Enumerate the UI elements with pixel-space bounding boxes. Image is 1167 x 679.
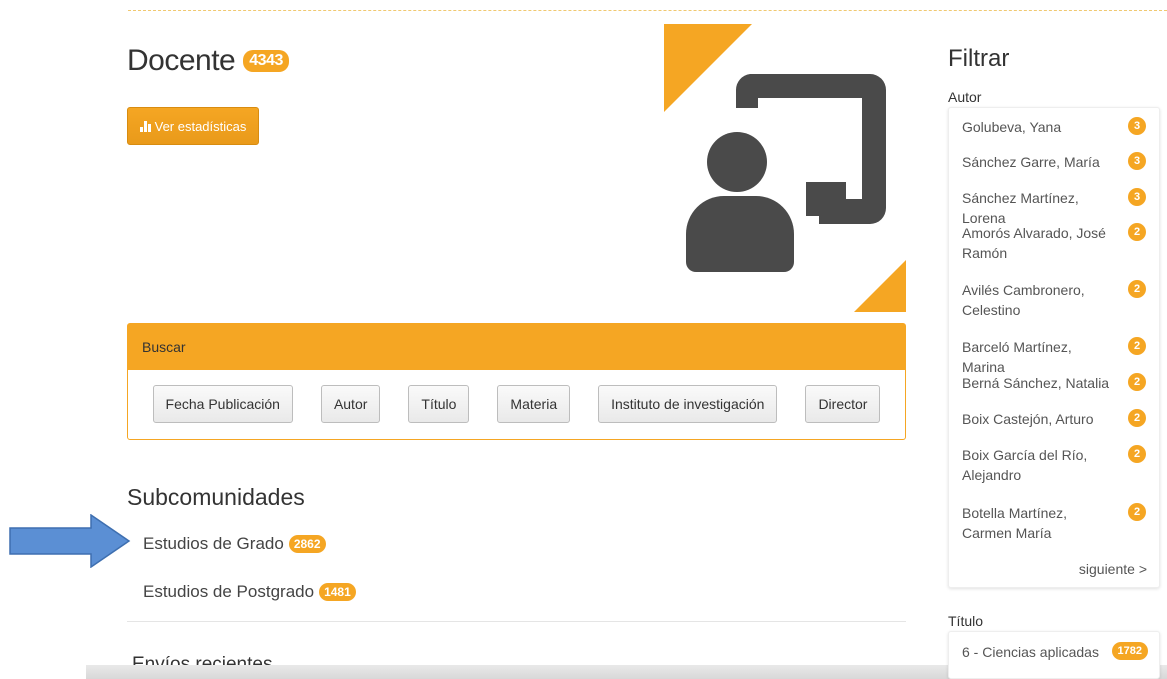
subcommunity-count-badge: 1481: [319, 583, 356, 601]
author-name: Berná Sánchez, Natalia: [962, 375, 1110, 391]
browse-subject-button[interactable]: Materia: [497, 385, 571, 423]
author-filter-item[interactable]: Berná Sánchez, Natalia 2: [962, 373, 1152, 393]
author-count-badge: 3: [1128, 152, 1146, 170]
author-name: Boix Castejón, Arturo: [962, 411, 1094, 427]
title-filter-item[interactable]: 6 - Ciencias aplicadas 1782: [962, 642, 1152, 662]
browse-director-button[interactable]: Director: [805, 385, 881, 423]
browse-date-button[interactable]: Fecha Publicación: [152, 385, 293, 423]
page-title-text: Docente: [127, 44, 236, 77]
author-filter-item[interactable]: Botella Martínez, Carmen María 2: [962, 503, 1152, 543]
section-divider: [127, 621, 906, 622]
page-title: Docente 4343: [127, 44, 289, 78]
author-name: Sánchez Garre, María: [962, 154, 1100, 170]
subcommunity-link-grado[interactable]: Estudios de Grado 2862: [143, 534, 326, 554]
author-count-badge: 2: [1128, 337, 1146, 355]
subcommunity-count-badge: 2862: [288, 535, 326, 553]
author-filter-item[interactable]: Barceló Martínez, Marina 2: [962, 337, 1152, 377]
title-filter-label: Título: [948, 613, 984, 629]
author-filter-item[interactable]: Boix García del Río, Alejandro 2: [962, 445, 1152, 485]
author-filter-item[interactable]: Golubeva, Yana 3: [962, 117, 1152, 137]
author-name: Golubeva, Yana: [962, 119, 1062, 135]
browse-institute-button[interactable]: Instituto de investigación: [598, 385, 778, 423]
author-count-badge: 2: [1128, 445, 1146, 463]
author-count-badge: 2: [1128, 223, 1146, 241]
author-filter-panel: Golubeva, Yana 3 Sánchez Garre, María 3 …: [948, 107, 1160, 588]
author-count-badge: 2: [1128, 409, 1146, 427]
subcommunity-label: Estudios de Postgrado: [143, 582, 315, 601]
author-filter-item[interactable]: Avilés Cambronero, Celestino 2: [962, 280, 1152, 320]
page-count-badge: 4343: [243, 50, 289, 72]
right-arrow-icon: [9, 514, 131, 568]
author-filter-item[interactable]: Sánchez Martínez, Lorena 3: [962, 188, 1152, 228]
author-name: Avilés Cambronero, Celestino: [962, 282, 1085, 318]
bar-chart-icon: [139, 120, 151, 132]
view-stats-label: Ver estadísticas: [154, 118, 247, 134]
author-filter-item[interactable]: Sánchez Garre, María 3: [962, 152, 1152, 172]
title-count-badge: 1782: [1111, 642, 1148, 660]
author-name: Sánchez Martínez, Lorena: [962, 190, 1079, 226]
author-count-badge: 3: [1128, 188, 1146, 206]
next-page-link[interactable]: siguiente >: [1079, 561, 1147, 577]
author-name: Boix García del Río, Alejandro: [962, 447, 1088, 483]
author-count-badge: 2: [1128, 373, 1146, 391]
subcommunity-label: Estudios de Grado: [143, 534, 284, 553]
author-count-badge: 2: [1128, 503, 1146, 521]
search-header: Buscar: [128, 324, 905, 370]
author-name: Botella Martínez, Carmen María: [962, 505, 1068, 541]
teacher-board-icon: [664, 24, 906, 312]
title-filter-panel: 6 - Ciencias aplicadas 1782: [948, 631, 1160, 679]
browse-title-button[interactable]: Título: [408, 385, 470, 423]
author-count-badge: 2: [1128, 280, 1146, 298]
top-divider: [128, 10, 1167, 11]
search-button-group: Fecha Publicación Autor Título Materia I…: [128, 385, 905, 423]
view-stats-button[interactable]: Ver estadísticas: [127, 107, 259, 145]
filter-heading: Filtrar: [948, 45, 1010, 72]
browse-author-button[interactable]: Autor: [320, 385, 381, 423]
subcommunities-heading: Subcomunidades: [127, 484, 305, 510]
title-name: 6 - Ciencias aplicadas: [962, 644, 1099, 660]
author-name: Barceló Martínez, Marina: [962, 339, 1072, 375]
author-filter-item[interactable]: Amorós Alvarado, José Ramón 2: [962, 223, 1152, 263]
author-filter-item[interactable]: Boix Castejón, Arturo 2: [962, 409, 1152, 429]
search-panel: Buscar Fecha Publicación Autor Título Ma…: [127, 323, 906, 440]
author-count-badge: 3: [1128, 117, 1146, 135]
author-filter-label: Autor: [948, 89, 982, 105]
subcommunity-link-postgrado[interactable]: Estudios de Postgrado 1481: [143, 582, 356, 602]
author-name: Amorós Alvarado, José Ramón: [962, 225, 1106, 261]
page: Docente 4343 Ver estadísticas Buscar Fec…: [0, 0, 1167, 679]
